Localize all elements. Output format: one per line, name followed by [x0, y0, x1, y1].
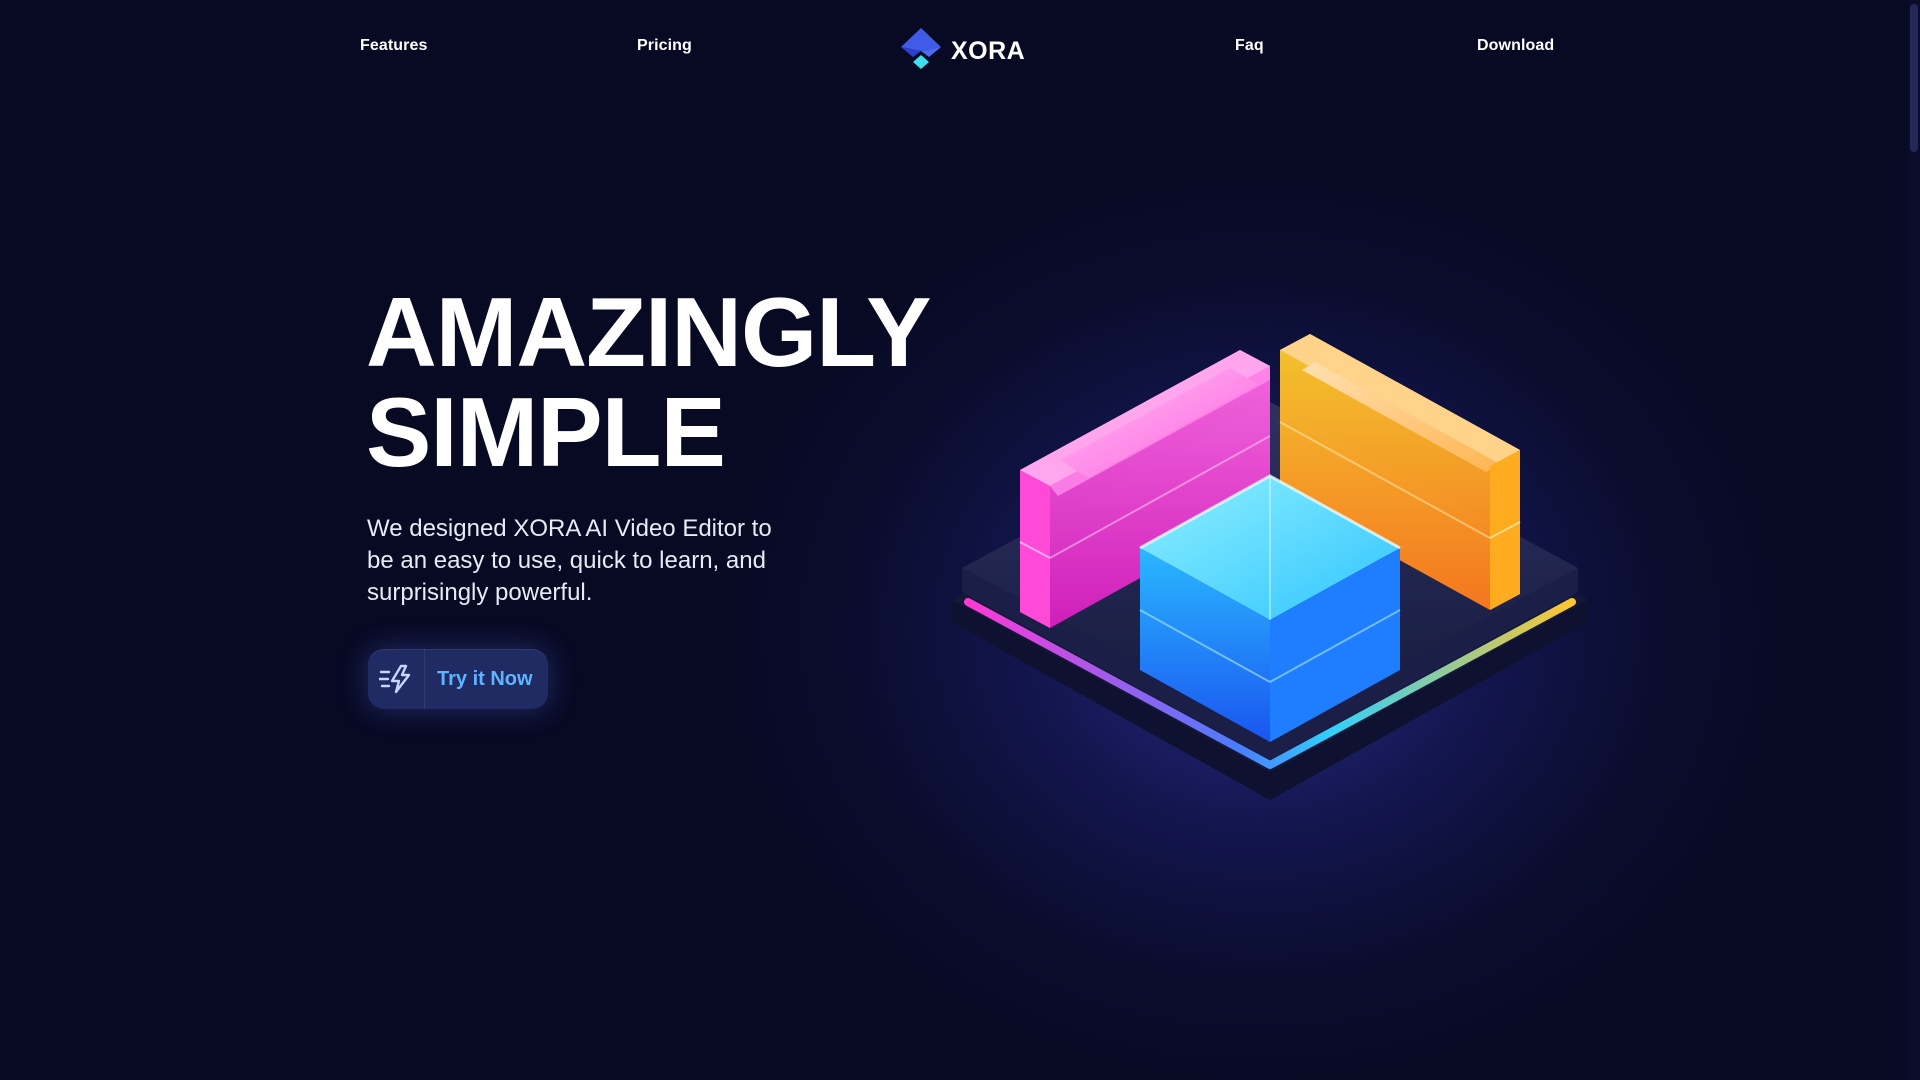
hero-title-line-1: AMAZINGLY [366, 277, 932, 387]
top-navigation: Features Pricing XORA Faq Download [0, 0, 1920, 96]
landing-page: Features Pricing XORA Faq Download AMAZI… [0, 0, 1920, 1080]
nav-link-pricing[interactable]: Pricing [637, 37, 692, 55]
hero-subtitle: We designed XORA AI Video Editor to be a… [367, 515, 772, 606]
try-it-now-button[interactable]: Try it Now [368, 649, 548, 709]
scrollbar-track[interactable] [1908, 0, 1920, 1080]
lightning-bolt-icon [368, 649, 425, 709]
hero-title-line-2: SIMPLE [366, 377, 726, 487]
brand-name: XORA [951, 37, 1026, 65]
try-it-now-label: Try it Now [437, 667, 533, 690]
nav-link-features[interactable]: Features [360, 37, 428, 55]
glowing-cube-blocks-illustration [940, 310, 1600, 830]
scrollbar-thumb[interactable] [1910, 4, 1918, 152]
nav-link-download[interactable]: Download [1477, 37, 1554, 55]
brand-logo[interactable]: XORA [899, 27, 1025, 76]
nav-link-faq[interactable]: Faq [1235, 37, 1264, 55]
hero-title: AMAZINGLY SIMPLE [366, 277, 932, 487]
diamond-logo-icon [899, 27, 943, 76]
